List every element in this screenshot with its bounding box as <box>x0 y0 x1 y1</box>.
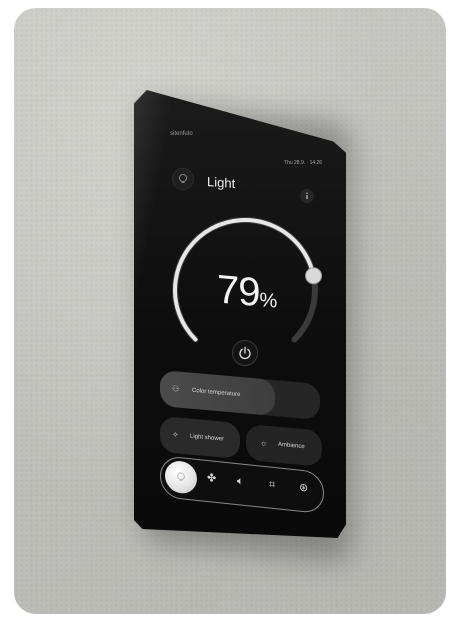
light-shower-label: Light shower <box>190 433 225 443</box>
page-title: Light <box>207 174 236 191</box>
sun-icon: ☼ <box>260 438 268 448</box>
brand-label: sitenfuto <box>170 131 193 137</box>
shower-icon: ✧ <box>172 430 179 440</box>
ambience-button[interactable]: ☼ Ambience <box>246 424 322 467</box>
brightness-value: 79 <box>217 267 260 316</box>
power-button[interactable] <box>232 340 258 366</box>
ambience-label: Ambience <box>278 441 305 451</box>
bulb-icon <box>172 168 194 190</box>
bulb-icon <box>177 472 185 482</box>
fan-icon[interactable]: ✤ <box>207 472 216 485</box>
power-icon <box>239 346 251 360</box>
nav-item-light[interactable] <box>165 459 197 495</box>
speaker-icon[interactable]: 🔈︎ <box>237 475 244 488</box>
info-icon <box>306 192 308 199</box>
date-time-label: Thu 28.9. · 14:26 <box>284 160 323 166</box>
brightness-unit: % <box>259 289 278 313</box>
blinds-icon[interactable]: ⌗ <box>269 478 275 491</box>
brightness-readout: 79% <box>217 267 277 317</box>
panel-ui: sitenfuto Thu 28.9. · 14:26 Light 79% ⚇ … <box>0 0 449 617</box>
brightness-knob <box>305 267 323 285</box>
info-button[interactable] <box>300 189 314 203</box>
color-temperature-slider[interactable]: ⚇ Color temperature <box>160 370 320 420</box>
color-temperature-icon: ⚇ <box>172 384 180 394</box>
settings-icon[interactable]: ⊛ <box>299 482 308 495</box>
light-shower-button[interactable]: ✧ Light shower <box>160 416 240 459</box>
